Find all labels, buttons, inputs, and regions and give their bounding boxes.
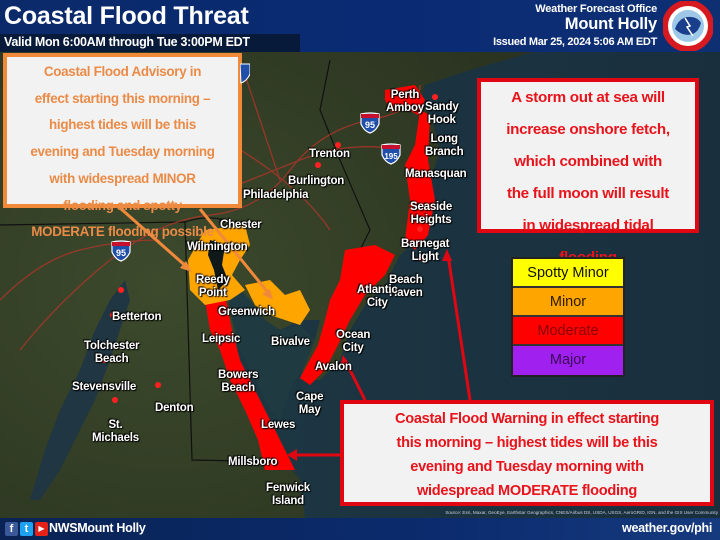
page-title: Coastal Flood Threat xyxy=(4,2,249,30)
advisory-line: effect starting this morning – xyxy=(34,90,211,106)
place-label: Leipsic xyxy=(202,333,241,345)
storm-line: in widespread tidal xyxy=(522,217,654,234)
storm-callout: A storm out at sea will increase onshore… xyxy=(477,78,699,266)
place-label: Denton xyxy=(155,402,194,414)
storm-line: the full moon will result xyxy=(506,185,670,202)
advisory-line: highest tides will be this xyxy=(49,117,196,133)
place-label: Greenwich xyxy=(218,306,275,318)
place-label: St. Michaels xyxy=(92,419,139,444)
place-label: Seaside Heights xyxy=(410,201,453,226)
place-label: Reedy Point xyxy=(196,274,230,299)
place-label: Betterton xyxy=(112,311,162,323)
storm-line: increase onshore fetch, xyxy=(506,121,670,138)
place-label: Bowers Beach xyxy=(218,369,259,394)
issued-timestamp: Issued Mar 25, 2024 5:06 AM EDT xyxy=(493,36,657,48)
website-link[interactable]: weather.gov/phi xyxy=(622,521,712,535)
nws-logo-icon xyxy=(663,1,713,51)
place-label: Millsboro xyxy=(228,456,278,468)
legend: Spotty Minor Minor Moderate Major xyxy=(511,257,625,377)
place-label: Lewes xyxy=(261,419,296,431)
place-label: Atlantic City xyxy=(357,284,398,309)
place-label: Fenwick Island xyxy=(266,482,310,507)
advisory-line: Coastal Flood Advisory in xyxy=(43,64,202,79)
shield-label: 195 xyxy=(384,152,398,161)
office-label: Weather Forecast Office xyxy=(535,3,657,15)
interstate-shield-icon: 95 xyxy=(360,112,380,134)
office-name: Mount Holly xyxy=(564,15,657,33)
place-label: Trenton xyxy=(309,148,350,160)
legend-item-minor: Minor xyxy=(513,288,623,317)
place-label: Avalon xyxy=(315,361,352,373)
storm-line: which combined with xyxy=(514,153,662,170)
advisory-line: with widespread MINOR xyxy=(49,170,196,186)
warning-line: evening and Tuesday morning with xyxy=(410,459,644,475)
twitter-icon[interactable]: t xyxy=(20,522,33,536)
flood-threat-graphic: Coastal Flood Threat Valid Mon 6:00AM th… xyxy=(0,0,720,540)
shield-label: 95 xyxy=(365,120,375,130)
advisory-callout: Coastal Flood Advisory in effect startin… xyxy=(3,53,242,239)
warning-line: Coastal Flood Warning in effect starting xyxy=(395,411,659,427)
interstate-shield-icon: 95 xyxy=(111,240,131,262)
map-source-credit: Source: Esri, Maxar, GeoEye, Earthstar G… xyxy=(445,510,718,515)
advisory-line: evening and Tuesday morning xyxy=(30,144,215,160)
place-label: Barnegat Light xyxy=(401,238,450,263)
place-label: Stevensville xyxy=(72,381,137,393)
advisory-line: flooding and spotty xyxy=(63,197,182,213)
place-label: Chester xyxy=(220,219,262,231)
facebook-icon[interactable]: f xyxy=(5,522,18,536)
legend-item-major: Major xyxy=(513,346,623,375)
place-label: Wilmington xyxy=(187,241,248,253)
social-handle[interactable]: NWSMount Holly xyxy=(49,521,146,535)
warning-line: widespread MODERATE flooding xyxy=(417,483,637,499)
valid-period: Valid Mon 6:00AM through Tue 3:00PM EDT xyxy=(4,35,250,49)
legend-item-spotty-minor: Spotty Minor xyxy=(513,259,623,288)
place-label: Long Branch xyxy=(425,133,464,158)
interstate-shield-icon xyxy=(240,63,250,84)
place-label: Philadelphia xyxy=(243,189,309,201)
place-label: Tolchester Beach xyxy=(84,340,140,365)
youtube-icon[interactable]: ▶ xyxy=(35,522,48,536)
interstate-shield-icon: 195 xyxy=(381,143,401,165)
place-label: Ocean City xyxy=(336,329,371,354)
place-label: Perth Amboy xyxy=(386,89,424,114)
place-label: Manasquan xyxy=(405,168,467,180)
legend-item-moderate: Moderate xyxy=(513,317,623,346)
storm-line: A storm out at sea will xyxy=(511,89,665,106)
place-label: Burlington xyxy=(288,175,345,187)
place-label: Cape May xyxy=(296,391,324,416)
warning-callout: Coastal Flood Warning in effect starting… xyxy=(340,400,714,506)
warning-line: this morning – highest tides will be thi… xyxy=(396,435,658,451)
shield-label: 95 xyxy=(116,248,126,258)
place-label: Bivalve xyxy=(271,336,310,348)
place-label: Sandy Hook xyxy=(425,101,459,126)
